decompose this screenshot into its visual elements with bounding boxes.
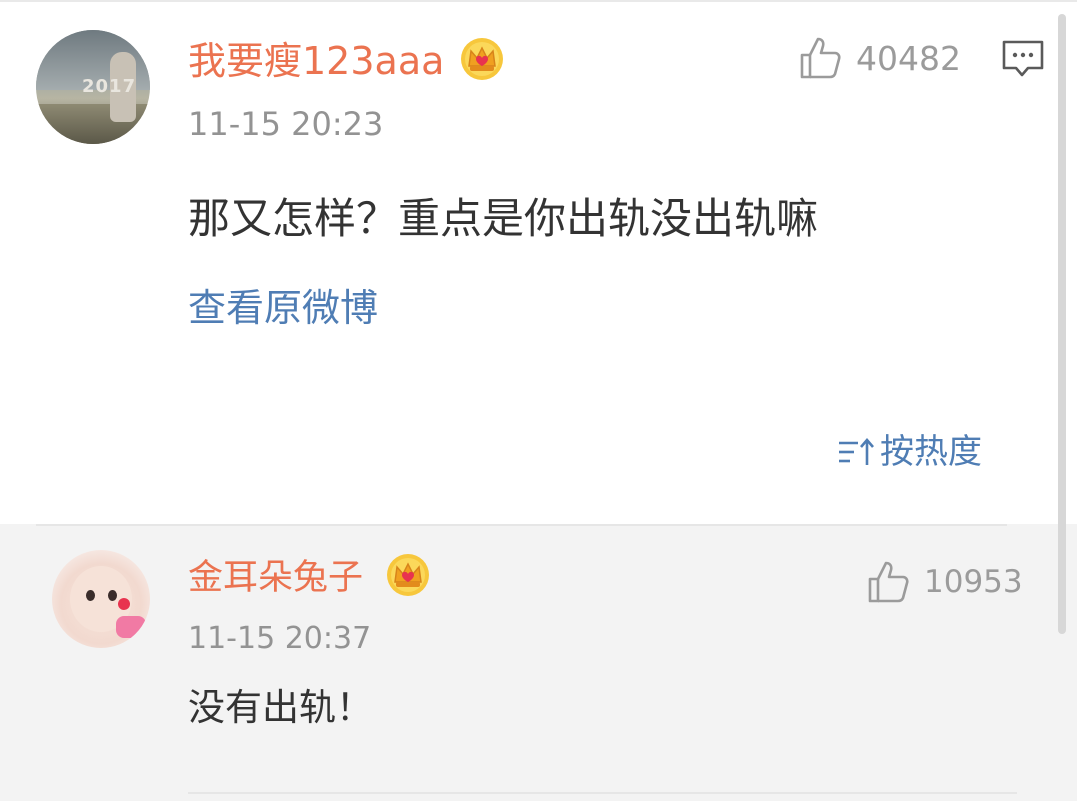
sort-label: 按热度: [880, 432, 982, 472]
avatar-year-mark: 2017: [82, 76, 137, 97]
thumbs-up-icon: [800, 37, 841, 79]
avatar-eye-right: [108, 590, 117, 601]
commenter-username[interactable]: 我要瘦123aaa: [188, 38, 444, 84]
section-divider: [36, 524, 1007, 526]
crown-badge-icon: [461, 38, 503, 80]
comment-timestamp: 11-15 20:23: [188, 105, 384, 143]
comment-text: 那又怎样？重点是你出轨没出轨嘛: [188, 194, 819, 243]
reply-text: 没有出轨！: [188, 686, 373, 729]
reply-like-count: 10953: [924, 564, 1023, 600]
comment-page: 2017 我要瘦123aaa 11-15 20:23 40482 那又怎样？重点…: [0, 0, 1077, 801]
bottom-divider: [188, 792, 1017, 794]
scrollbar[interactable]: [1058, 14, 1066, 634]
like-count: 40482: [856, 38, 961, 78]
avatar-eye-left: [86, 590, 95, 601]
reply-avatar[interactable]: [52, 550, 150, 648]
reply-timestamp: 11-15 20:37: [188, 621, 372, 656]
sort-icon: [839, 438, 874, 465]
comment-icon[interactable]: [1000, 38, 1046, 80]
avatar[interactable]: 2017: [36, 30, 150, 144]
thumbs-up-icon: [868, 561, 909, 603]
view-original-post-link[interactable]: 查看原微博: [188, 284, 378, 332]
reply-username[interactable]: 金耳朵兔子: [188, 556, 363, 600]
sort-by-hot-button[interactable]: 按热度: [836, 428, 982, 476]
like-button[interactable]: 40482: [798, 32, 961, 84]
avatar-bow: [116, 616, 146, 638]
reply-like-button[interactable]: 10953: [866, 556, 1023, 608]
avatar-blush: [118, 598, 130, 610]
crown-badge-icon: [387, 554, 429, 596]
